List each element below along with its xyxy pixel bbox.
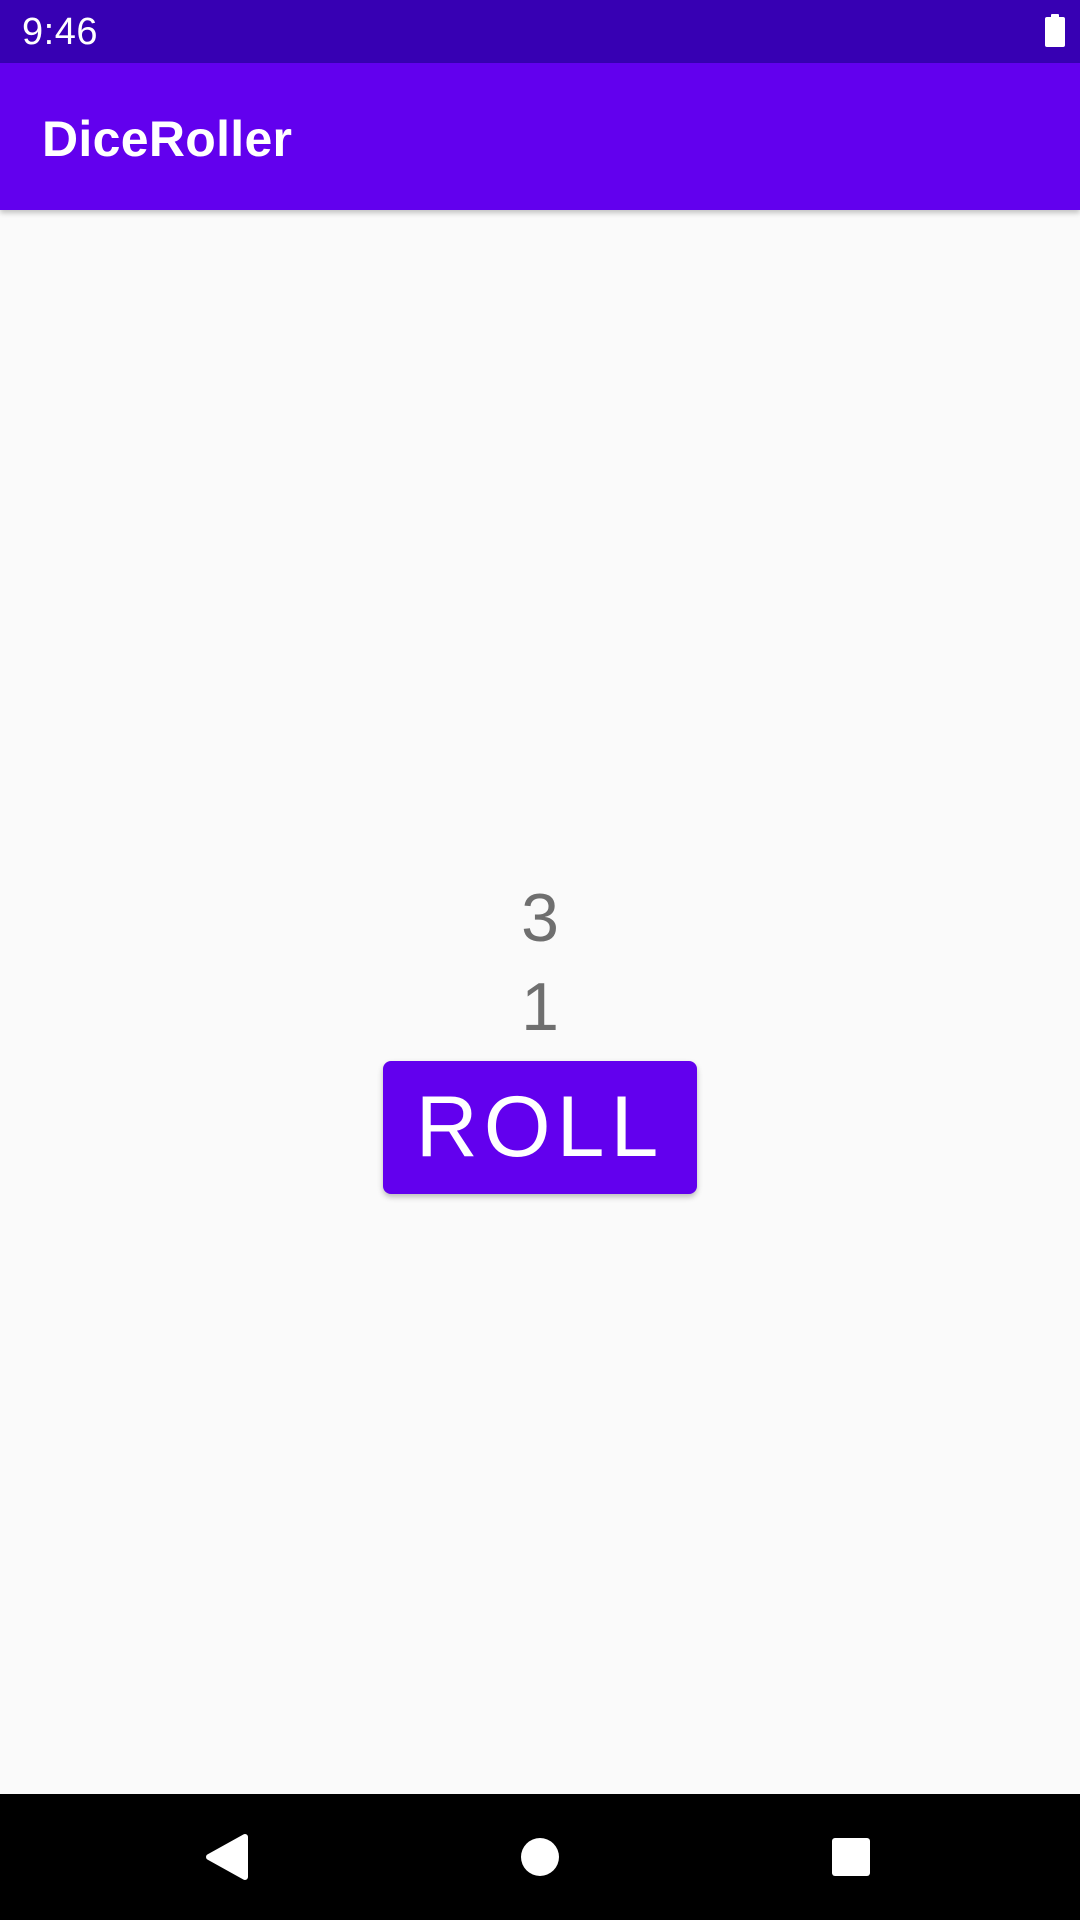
roll-button[interactable]: ROLL (383, 1061, 697, 1194)
app-title: DiceRoller (42, 111, 293, 167)
recents-icon[interactable] (811, 1817, 891, 1897)
navigation-bar (0, 1794, 1080, 1920)
app-bar: DiceRoller (0, 63, 1080, 210)
status-time: 9:46 (22, 11, 98, 53)
status-bar: 9:46 (0, 0, 1080, 63)
main-content: 3 1 ROLL (0, 210, 1080, 1794)
back-icon[interactable] (187, 1817, 267, 1897)
battery-icon (1045, 14, 1065, 47)
app-screen: 9:46 DiceRoller 3 1 ROLL (0, 0, 1080, 1920)
dice-result-first: 3 (521, 880, 559, 956)
home-icon[interactable] (500, 1817, 580, 1897)
dice-result-second: 1 (521, 969, 559, 1045)
